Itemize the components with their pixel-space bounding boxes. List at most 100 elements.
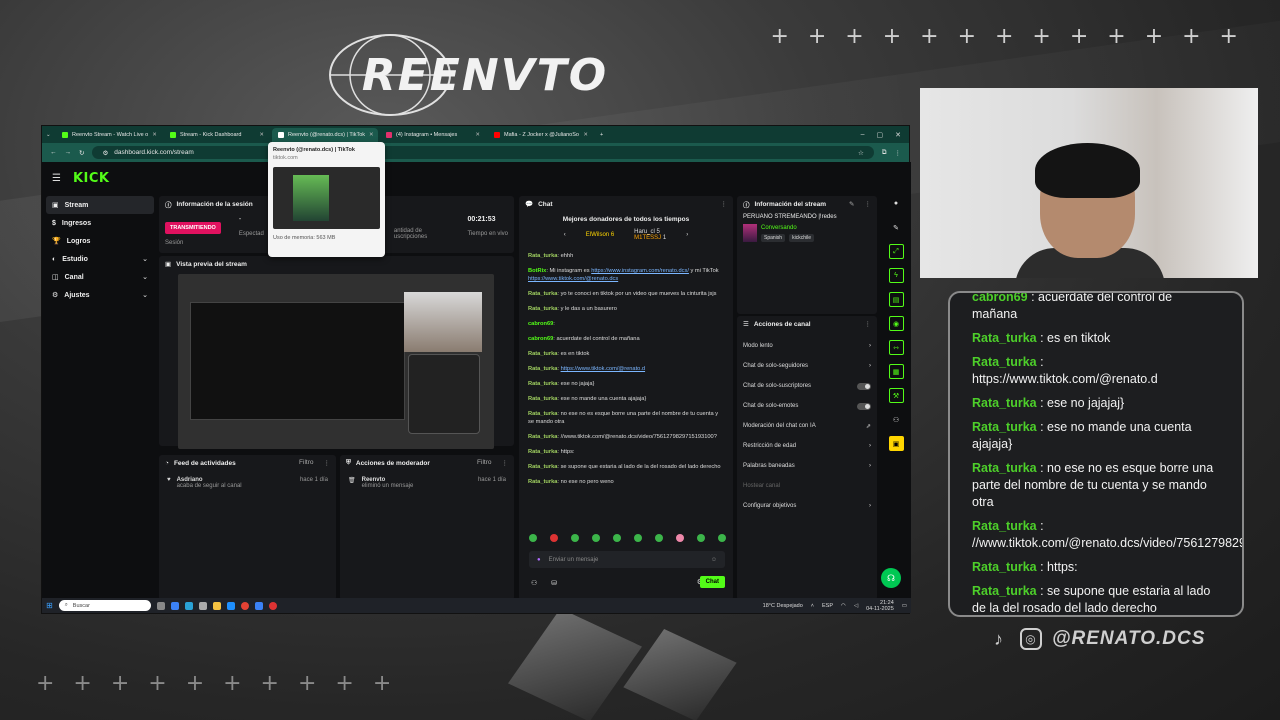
site-info-icon[interactable]: ⚙: [102, 149, 108, 157]
app-icon[interactable]: [254, 601, 263, 610]
emote-icon[interactable]: [571, 534, 579, 542]
sidebar-item-stream[interactable]: ▣ Stream: [46, 196, 154, 214]
copilot-icon[interactable]: [170, 601, 179, 610]
chat-username[interactable]: Rata_turka: [528, 351, 557, 357]
chat-username[interactable]: Rata_turka: [528, 464, 557, 470]
tab-close-icon[interactable]: ✕: [369, 132, 374, 138]
chat-rail-icon[interactable]: ◉: [888, 316, 904, 331]
info-rail-icon[interactable]: ●: [889, 196, 904, 211]
sidebar-item-ajustes[interactable]: ⚙ Ajustes ⌄: [46, 286, 154, 304]
sidebar-item-estudio[interactable]: ◐ Estudio ⌄: [46, 250, 154, 268]
store-icon[interactable]: [198, 601, 207, 610]
taskbar-search[interactable]: ⌕ Buscar: [58, 600, 151, 611]
mod-more-icon[interactable]: ⋮: [502, 459, 509, 467]
kick-logo[interactable]: KICK: [73, 171, 110, 186]
chrome-icon[interactable]: [240, 601, 249, 610]
back-icon[interactable]: ←: [50, 149, 57, 156]
users-rail-icon[interactable]: ⚇: [889, 412, 904, 427]
browser-tab[interactable]: Stream - Kick Dashboard ✕: [164, 128, 270, 142]
channel-action-item[interactable]: Chat de solo-seguidores ›: [737, 356, 877, 376]
channel-action-item[interactable]: Configurar objetivos ›: [737, 496, 877, 516]
chat-username[interactable]: Rata_turka: [528, 434, 557, 440]
emote-icon[interactable]: [613, 534, 621, 542]
tab-list-icon[interactable]: ⌄: [46, 132, 56, 138]
notifications-icon[interactable]: ▭: [902, 603, 907, 609]
star-rail-icon[interactable]: ▣: [888, 436, 904, 451]
channel-action-item[interactable]: Moderación del chat con IA ⇗: [737, 416, 877, 436]
toggle-switch[interactable]: [857, 402, 871, 410]
wifi-icon[interactable]: ◠: [841, 603, 846, 609]
channel-action-item[interactable]: Chat de solo-emotes: [737, 396, 877, 416]
emote-icon[interactable]: [592, 534, 600, 542]
tag[interactable]: kickchile: [789, 233, 814, 242]
bolt-rail-icon[interactable]: ϟ: [888, 268, 904, 283]
gift-icon[interactable]: ⛁: [551, 579, 557, 587]
volume-icon[interactable]: ◁: [854, 603, 858, 609]
explorer-icon[interactable]: [212, 601, 221, 610]
emote-icon[interactable]: [655, 534, 663, 542]
emote-icon[interactable]: [697, 534, 705, 542]
edge-icon[interactable]: [184, 601, 193, 610]
chat-username[interactable]: Rata_turka: [528, 479, 557, 485]
mic-icon[interactable]: ●: [537, 557, 541, 563]
sidebar-item-logros[interactable]: 🏆 Logros: [46, 232, 154, 250]
menu-hamburger-icon[interactable]: ☰: [52, 173, 61, 184]
channel-action-item[interactable]: Chat de solo-suscriptores: [737, 376, 877, 396]
chat-username[interactable]: Rata_turka: [528, 253, 557, 259]
mod-filter-button[interactable]: Filtro: [477, 459, 491, 467]
weather-text[interactable]: 18°C Despejado: [763, 603, 803, 609]
browser-icon[interactable]: [226, 601, 235, 610]
maximize-icon[interactable]: ▢: [877, 131, 884, 139]
edit-icon[interactable]: ✎: [849, 200, 854, 208]
expand-rail-icon[interactable]: ⤢: [888, 244, 904, 259]
bookmark-icon[interactable]: ☆: [858, 149, 864, 157]
tag[interactable]: Spanish: [761, 233, 786, 242]
browser-tab[interactable]: (4) Instagram • Mensajes ✕: [380, 128, 486, 142]
channel-action-item[interactable]: Restricción de edad ›: [737, 436, 877, 456]
next-donor-icon[interactable]: ›: [686, 232, 688, 238]
chat-link[interactable]: https://www.tiktok.com/@renato.dcs: [528, 276, 618, 282]
emote-icon[interactable]: [718, 534, 726, 542]
feed-filter-button[interactable]: Filtro: [299, 459, 313, 467]
reload-icon[interactable]: ↻: [79, 149, 84, 157]
chat-username[interactable]: Rata_turka: [528, 411, 557, 417]
channel-actions-more-icon[interactable]: ⋮: [865, 320, 872, 328]
category-name[interactable]: Conversando: [761, 225, 814, 231]
chat-username[interactable]: BotRix: [528, 268, 546, 274]
url-field[interactable]: ⚙ dashboard.kick.com/stream ☆: [92, 146, 874, 159]
tab-close-icon[interactable]: ✕: [259, 132, 264, 138]
lang-indicator[interactable]: ESP: [822, 603, 833, 609]
chat-username[interactable]: Rata_turka: [528, 449, 557, 455]
category-thumbnail[interactable]: [743, 224, 757, 242]
chat-username[interactable]: Rata_turka: [528, 396, 557, 402]
forward-icon[interactable]: →: [65, 149, 72, 156]
tool-rail-icon[interactable]: ⚒: [888, 388, 904, 403]
chat-link[interactable]: https://www.instagram.com/renato.dcs/: [591, 268, 689, 274]
tray-arrow-icon[interactable]: ˄: [811, 603, 814, 609]
doc-rail-icon[interactable]: ▤: [888, 292, 904, 307]
tab-close-icon[interactable]: ✕: [152, 132, 157, 138]
clock-date[interactable]: 04-11-2025: [866, 606, 894, 612]
taskview-icon[interactable]: [156, 601, 165, 610]
prev-donor-icon[interactable]: ‹: [564, 232, 566, 238]
stream-info-more-icon[interactable]: ⋮: [865, 200, 872, 208]
emote-icon[interactable]: [550, 534, 558, 542]
stream-preview-image[interactable]: [178, 274, 494, 449]
feed-more-icon[interactable]: ⋮: [324, 459, 331, 467]
chat-link[interactable]: https://www.tiktok.com/@renato.d: [561, 366, 645, 372]
tab-close-icon[interactable]: ✕: [583, 132, 588, 138]
browser-tab[interactable]: Mafia - Z Jocker x @JulianoSo ✕: [488, 128, 594, 142]
new-tab-button[interactable]: +: [594, 132, 609, 138]
points-icon[interactable]: ⚇: [531, 579, 537, 587]
browser-tab[interactable]: Reenvto (@renato.dcs) | TikTok ✕: [272, 127, 378, 142]
chat-more-icon[interactable]: ⋮: [721, 200, 728, 208]
emote-icon[interactable]: [676, 534, 684, 542]
sidebar-item-ingresos[interactable]: $ Ingresos: [46, 214, 154, 232]
chat-input[interactable]: ● Enviar un mensaje ☺: [529, 551, 725, 568]
extensions-icon[interactable]: ⧉: [882, 149, 887, 157]
close-window-icon[interactable]: ✕: [895, 131, 901, 139]
split-rail-icon[interactable]: ⇿: [888, 340, 904, 355]
sidebar-item-canal[interactable]: ◫ Canal ⌄: [46, 268, 154, 286]
chat-send-button[interactable]: Chat: [699, 576, 725, 588]
pencil-rail-icon[interactable]: ✎: [889, 220, 904, 235]
